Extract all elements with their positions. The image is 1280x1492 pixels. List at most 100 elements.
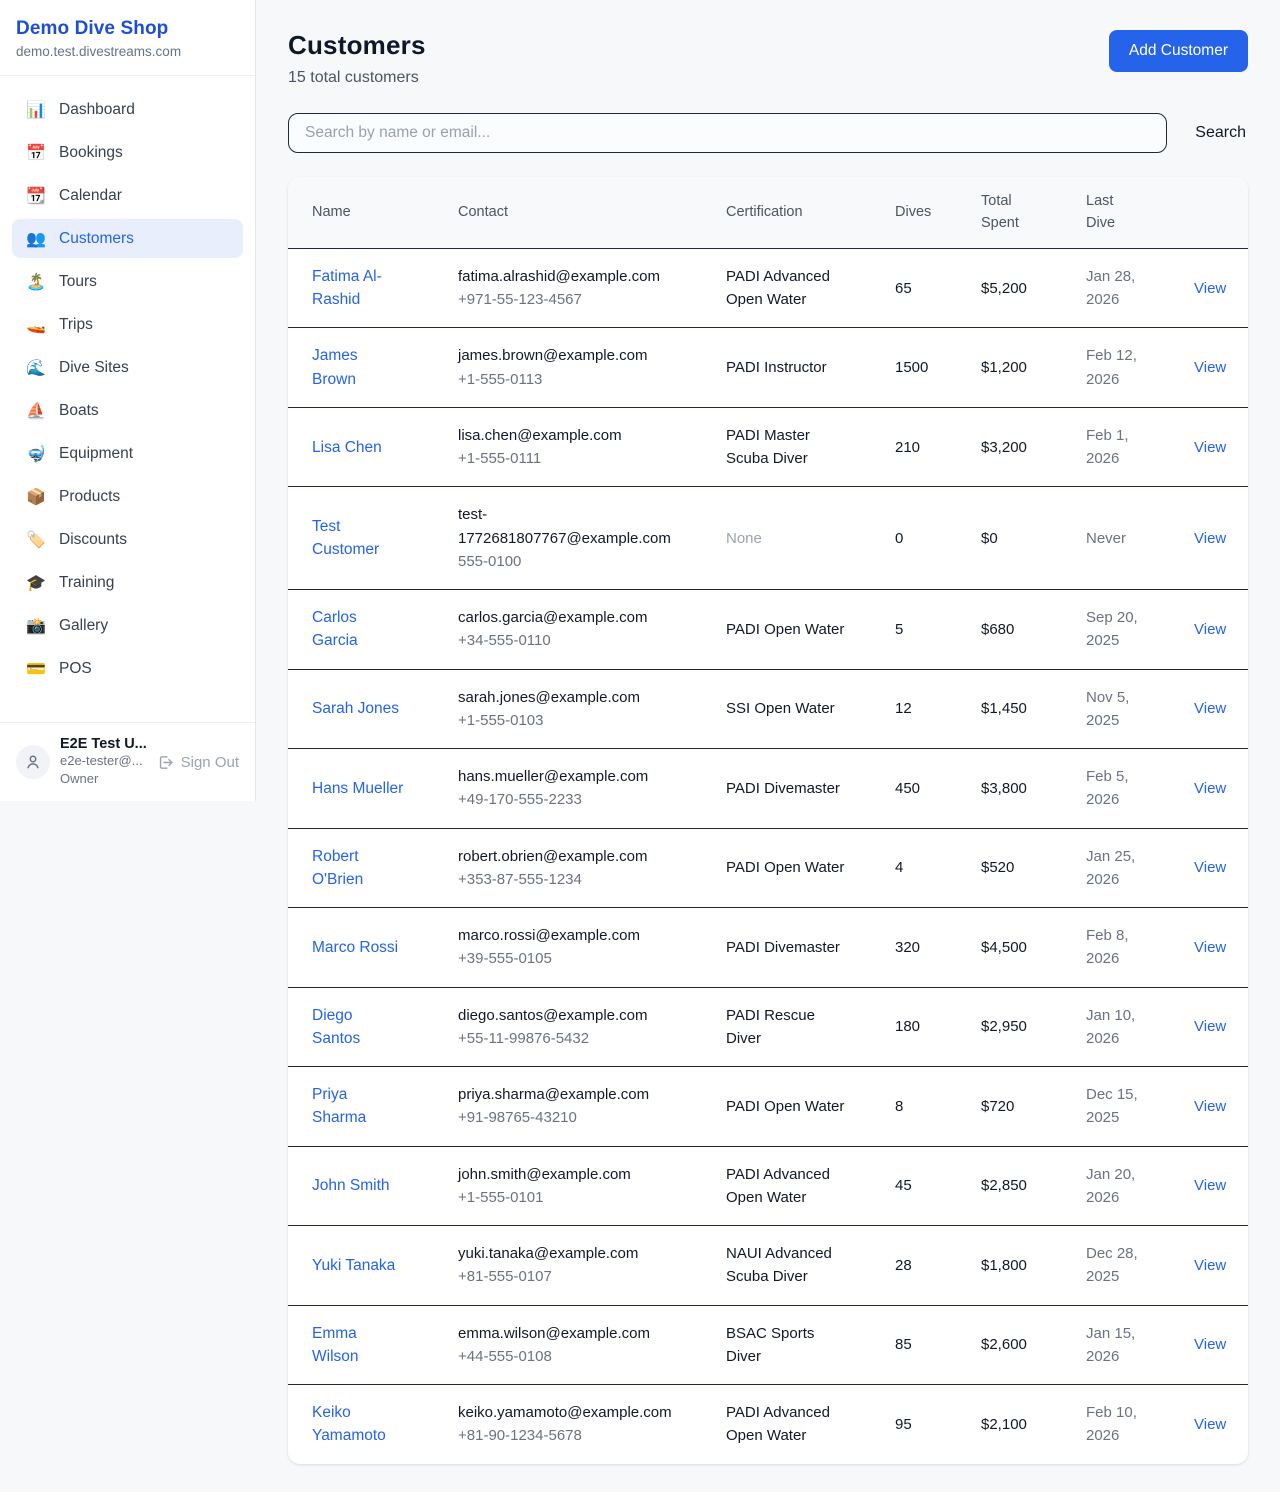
- cell-name: Priya Sharma: [288, 1067, 446, 1147]
- table-row: Robert O'Brienrobert.obrien@example.com+…: [288, 828, 1248, 908]
- customer-name-link[interactable]: Hans Mueller: [312, 777, 403, 800]
- sidebar-item-dashboard[interactable]: 📊Dashboard: [12, 90, 243, 129]
- cell-certification: PADI Master Scuba Diver: [714, 407, 883, 487]
- cell-dives: 45: [883, 1146, 969, 1226]
- sidebar-item-discounts[interactable]: 🏷️Discounts: [12, 520, 243, 559]
- sidebar-item-pos[interactable]: 💳POS: [12, 649, 243, 688]
- sidebar-item-gallery[interactable]: 📸Gallery: [12, 606, 243, 645]
- customer-name-link[interactable]: Priya Sharma: [312, 1083, 404, 1130]
- view-customer-link[interactable]: View: [1194, 439, 1226, 456]
- cell-total-spent: $2,950: [969, 987, 1074, 1067]
- cell-dives: 320: [883, 908, 969, 988]
- cell-certification: PADI Divemaster: [714, 749, 883, 829]
- customer-certification: NAUI Advanced Scuba Diver: [726, 1242, 848, 1289]
- sidebar-item-tours[interactable]: 🏝️Tours: [12, 262, 243, 301]
- customer-name-link[interactable]: John Smith: [312, 1174, 390, 1197]
- customer-last-dive: Feb 10, 2026: [1086, 1401, 1148, 1448]
- sidebar-item-dive-sites[interactable]: 🌊Dive Sites: [12, 348, 243, 387]
- customer-phone: +1-555-0111: [458, 447, 702, 470]
- customer-name-link[interactable]: Keiko Yamamoto: [312, 1401, 404, 1448]
- add-customer-button[interactable]: Add Customer: [1109, 30, 1248, 72]
- customer-name-link[interactable]: Emma Wilson: [312, 1322, 404, 1369]
- cell-name: Sarah Jones: [288, 669, 446, 749]
- sidebar-item-label: Equipment: [59, 445, 133, 463]
- sidebar-item-equipment[interactable]: 🤿Equipment: [12, 434, 243, 473]
- table-row: Hans Muellerhans.mueller@example.com+49-…: [288, 749, 1248, 829]
- column-header-contact: Contact: [446, 177, 714, 248]
- customer-last-dive: Dec 15, 2025: [1086, 1083, 1148, 1130]
- cell-dives: 450: [883, 749, 969, 829]
- sidebar-item-label: Trips: [59, 316, 93, 334]
- sidebar-user-section: E2E Test U... e2e-tester@... Owner Sign …: [0, 722, 255, 801]
- customer-name-link[interactable]: Robert O'Brien: [312, 845, 404, 892]
- customer-name-link[interactable]: Yuki Tanaka: [312, 1254, 395, 1277]
- customer-email: john.smith@example.com: [458, 1163, 631, 1186]
- cell-name: Lisa Chen: [288, 407, 446, 487]
- cell-dives: 65: [883, 248, 969, 328]
- customer-name-link[interactable]: Sarah Jones: [312, 697, 399, 720]
- customer-last-dive: Feb 5, 2026: [1086, 765, 1148, 812]
- view-customer-link[interactable]: View: [1194, 530, 1226, 547]
- customer-name-link[interactable]: Test Customer: [312, 515, 404, 562]
- customer-name-link[interactable]: Lisa Chen: [312, 436, 382, 459]
- sidebar-item-bookings[interactable]: 📅Bookings: [12, 133, 243, 172]
- sidebar-item-customers[interactable]: 👥Customers: [12, 219, 243, 258]
- cell-contact: sarah.jones@example.com+1-555-0103: [446, 669, 714, 749]
- cell-dives: 4: [883, 828, 969, 908]
- customer-phone: +1-555-0113: [458, 368, 702, 391]
- customer-certification: PADI Open Water: [726, 618, 844, 641]
- sidebar-item-boats[interactable]: ⛵Boats: [12, 391, 243, 430]
- customer-name-link[interactable]: Marco Rossi: [312, 936, 398, 959]
- sidebar-item-products[interactable]: 📦Products: [12, 477, 243, 516]
- sidebar-item-calendar[interactable]: 📆Calendar: [12, 176, 243, 215]
- cell-contact: marco.rossi@example.com+39-555-0105: [446, 908, 714, 988]
- customers-table: NameContactCertificationDivesTotal Spent…: [288, 177, 1248, 1464]
- view-customer-link[interactable]: View: [1194, 1416, 1226, 1433]
- cell-contact: keiko.yamamoto@example.com+81-90-1234-56…: [446, 1385, 714, 1464]
- view-customer-link[interactable]: View: [1194, 359, 1226, 376]
- view-customer-link[interactable]: View: [1194, 859, 1226, 876]
- cell-last-dive: Jan 10, 2026: [1074, 987, 1182, 1067]
- customer-name-link[interactable]: Carlos Garcia: [312, 606, 404, 653]
- cell-contact: fatima.alrashid@example.com+971-55-123-4…: [446, 248, 714, 328]
- pos-icon: 💳: [26, 659, 46, 678]
- view-customer-link[interactable]: View: [1194, 1098, 1226, 1115]
- cell-contact: carlos.garcia@example.com+34-555-0110: [446, 590, 714, 670]
- view-customer-link[interactable]: View: [1194, 280, 1226, 297]
- sidebar-item-trips[interactable]: 🚤Trips: [12, 305, 243, 344]
- cell-certification: BSAC Sports Diver: [714, 1305, 883, 1385]
- cell-action: View: [1182, 1146, 1248, 1226]
- column-header-label: Contact: [458, 204, 508, 220]
- cell-total-spent: $0: [969, 487, 1074, 590]
- search-input[interactable]: [288, 113, 1167, 153]
- view-customer-link[interactable]: View: [1194, 1336, 1226, 1353]
- cell-name: Diego Santos: [288, 987, 446, 1067]
- customer-name-link[interactable]: James Brown: [312, 344, 404, 391]
- customer-name-link[interactable]: Diego Santos: [312, 1004, 404, 1051]
- cell-certification: PADI Open Water: [714, 1067, 883, 1147]
- cell-total-spent: $680: [969, 590, 1074, 670]
- customer-name-link[interactable]: Fatima Al-Rashid: [312, 265, 404, 312]
- sign-out-button[interactable]: Sign Out: [157, 754, 239, 771]
- table-row: James Brownjames.brown@example.com+1-555…: [288, 328, 1248, 408]
- view-customer-link[interactable]: View: [1194, 700, 1226, 717]
- customer-last-dive: Feb 1, 2026: [1086, 424, 1148, 471]
- customer-phone: +1-555-0103: [458, 709, 702, 732]
- shop-domain: demo.test.divestreams.com: [16, 44, 239, 59]
- view-customer-link[interactable]: View: [1194, 1018, 1226, 1035]
- sidebar-item-training[interactable]: 🎓Training: [12, 563, 243, 602]
- customer-last-dive: Dec 28, 2025: [1086, 1242, 1148, 1289]
- cell-action: View: [1182, 248, 1248, 328]
- customer-email: test-1772681807767@example.com: [458, 503, 673, 550]
- cell-dives: 95: [883, 1385, 969, 1464]
- sidebar-item-label: Training: [59, 574, 114, 592]
- view-customer-link[interactable]: View: [1194, 1177, 1226, 1194]
- cell-total-spent: $4,500: [969, 908, 1074, 988]
- view-customer-link[interactable]: View: [1194, 621, 1226, 638]
- view-customer-link[interactable]: View: [1194, 1257, 1226, 1274]
- search-button[interactable]: Search: [1193, 120, 1248, 146]
- view-customer-link[interactable]: View: [1194, 939, 1226, 956]
- view-customer-link[interactable]: View: [1194, 780, 1226, 797]
- cell-total-spent: $2,100: [969, 1385, 1074, 1464]
- shop-name[interactable]: Demo Dive Shop: [16, 18, 239, 40]
